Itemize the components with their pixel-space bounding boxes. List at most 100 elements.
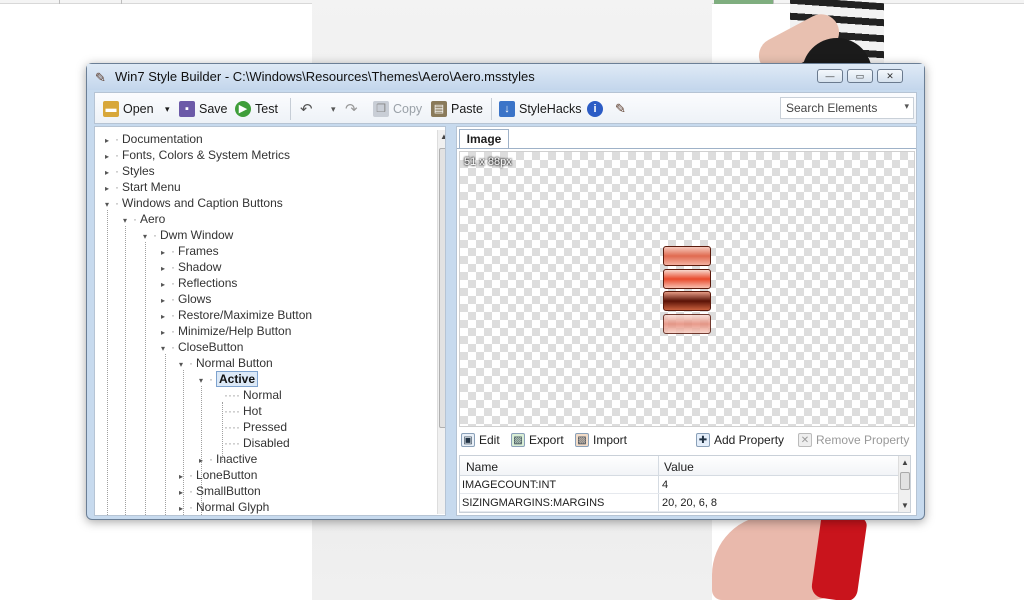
toolbar: ▬ Open ▾ ▪ Save ▶ Test ↶ ▾ ↷ ❐ Copy ▤ Pa… (94, 92, 917, 124)
tree-node-selected[interactable]: ▾ · Active (195, 371, 259, 389)
scrollbar-thumb[interactable] (900, 472, 910, 490)
undo-icon[interactable]: ↶ (300, 100, 313, 118)
remove-property-icon: ✕ (798, 433, 812, 447)
column-header-name[interactable]: Name (466, 460, 498, 474)
tab-image[interactable]: Image (459, 129, 509, 149)
table-row[interactable]: IMAGECOUNT:INT 4 (460, 477, 898, 494)
tree-expander-icon[interactable]: ▾ (139, 229, 151, 245)
tree-guide-line (125, 226, 126, 515)
paste-button[interactable]: ▤ Paste (431, 100, 483, 118)
element-tree: ▸ · Documentation ▸ · Fonts, Colors & System… (94, 126, 446, 516)
tree-node[interactable]: ▸ · SmallButton (175, 483, 261, 499)
close-button-state-hot-image (663, 269, 711, 289)
table-row[interactable]: SIZINGMARGINS:MARGINS 20, 20, 6, 8 (460, 495, 898, 512)
tree-node[interactable]: ▸ · Inactive (195, 451, 257, 467)
tree-node[interactable]: ▾ · Aero (119, 211, 165, 227)
tree-node[interactable]: ▸ · Start Menu (101, 179, 181, 195)
tree-node[interactable]: ▾ · Windows and Caption Buttons (101, 195, 283, 211)
tree-expander-icon[interactable]: ▾ (157, 341, 169, 357)
tree-node[interactable]: ▾ · CloseButton (157, 339, 243, 355)
column-header-value[interactable]: Value (664, 460, 694, 474)
edit-image-icon: ▣ (461, 433, 475, 447)
stylehacks-label: StyleHacks (519, 102, 582, 116)
toolbar-separator (491, 98, 492, 120)
close-button-state-disabled-image (663, 314, 711, 334)
paste-label: Paste (451, 102, 483, 116)
export-image-icon: ▨ (511, 433, 525, 447)
property-value[interactable]: 4 (662, 479, 668, 491)
toolbar-separator (290, 98, 291, 120)
tree-expander-icon[interactable]: ▾ (101, 197, 113, 213)
properties-grid: Name Value IMAGECOUNT:INT 4 SIZINGMARGIN… (459, 455, 911, 513)
tree-scrollbar[interactable]: ▲ (437, 130, 445, 514)
bg-strip-segment (60, 0, 122, 4)
about-button[interactable]: i (587, 100, 603, 118)
scrollbar-thumb[interactable] (439, 148, 445, 428)
tree-node[interactable]: ···· Disabled (222, 435, 290, 451)
tree-expander-icon[interactable]: ▾ (195, 373, 207, 389)
close-button[interactable]: ✕ (877, 69, 903, 83)
tab-divider (457, 148, 916, 149)
tree-node[interactable]: ▸ · Shadow (157, 259, 221, 275)
open-dropdown-chevron-icon[interactable]: ▾ (165, 100, 170, 118)
properties-header: Name Value (460, 456, 898, 476)
search-dropdown-chevron-icon[interactable]: ▾ (904, 101, 909, 112)
test-button[interactable]: ▶ Test (235, 100, 278, 118)
tree-expander-icon[interactable]: ▾ (175, 357, 187, 373)
search-placeholder: Search Elements (786, 101, 878, 115)
tree-guide-line (165, 354, 166, 515)
tree-node[interactable]: ▸ · LoneButton (175, 467, 257, 483)
tree-node[interactable]: ···· Hot (222, 403, 262, 419)
property-name: IMAGECOUNT:INT (462, 479, 557, 491)
import-button[interactable]: ▧ Import (575, 433, 627, 447)
tree-node[interactable]: ···· Normal (222, 387, 282, 403)
copy-button[interactable]: ❐ Copy (373, 100, 422, 118)
export-button[interactable]: ▨ Export (511, 433, 564, 447)
tree-node[interactable]: ···· Pressed (222, 419, 287, 435)
scroll-up-arrow-icon[interactable]: ▲ (899, 457, 910, 469)
properties-scrollbar[interactable]: ▲ ▼ (898, 456, 910, 512)
maximize-button[interactable]: ▭ (847, 69, 873, 83)
tree-node[interactable]: ▸ · Documentation (101, 131, 203, 147)
tree-node[interactable]: ▸ · Frames (157, 243, 219, 259)
search-elements-input[interactable]: Search Elements ▾ (780, 97, 914, 119)
redo-icon[interactable]: ↷ (345, 100, 358, 118)
tree-expander-icon[interactable]: ▾ (119, 213, 131, 229)
minimize-button[interactable]: — (817, 69, 843, 83)
tree-node[interactable]: ▾ · Dwm Window (139, 227, 233, 243)
tree-node[interactable]: ▸ · Glows (157, 291, 211, 307)
tree-node[interactable]: ▸ · Normal Glyph (175, 499, 269, 515)
floppy-disk-icon: ▪ (179, 101, 195, 117)
scroll-up-arrow-icon[interactable]: ▲ (438, 130, 445, 144)
open-label: Open (123, 102, 154, 116)
stylehacks-button[interactable]: ↓ StyleHacks (499, 100, 582, 118)
preview-panel: Image 51 x 88px ▣ Edit ▨ Export ▧ Import (456, 126, 917, 516)
image-actions-bar: ▣ Edit ▨ Export ▧ Import ✚ Add Property … (459, 431, 915, 451)
property-value[interactable]: 20, 20, 6, 8 (662, 497, 717, 509)
app-logo-icon[interactable]: ✎ (615, 100, 626, 118)
scroll-down-arrow-icon[interactable]: ▼ (899, 500, 910, 512)
download-arrow-icon: ↓ (499, 101, 515, 117)
undo-dropdown-chevron-icon[interactable]: ▾ (331, 100, 336, 118)
save-button[interactable]: ▪ Save (179, 100, 228, 118)
tree-node[interactable]: ▾ · Normal Button (175, 355, 273, 371)
remove-property-button[interactable]: ✕ Remove Property (798, 433, 909, 447)
copy-label: Copy (393, 102, 423, 116)
title-bar[interactable]: ✎ Win7 Style Builder - C:\Windows\Resour… (87, 64, 924, 90)
open-button[interactable]: ▬ Open (103, 100, 154, 118)
window-title: Win7 Style Builder - C:\Windows\Resource… (115, 69, 535, 84)
tree-expander-icon[interactable]: ▸ (175, 501, 187, 515)
copy-icon: ❐ (373, 101, 389, 117)
tree-node[interactable]: ▸ · Minimize/Help Button (157, 323, 291, 339)
add-property-icon: ✚ (696, 433, 710, 447)
app-window: ✎ Win7 Style Builder - C:\Windows\Resour… (86, 63, 925, 520)
bg-strip-segment (714, 0, 774, 4)
tree-node[interactable]: ▸ · Restore/Maximize Button (157, 307, 312, 323)
image-preview-canvas: 51 x 88px (459, 151, 915, 427)
add-property-button[interactable]: ✚ Add Property (696, 433, 784, 447)
tree-node[interactable]: ▸ · Fonts, Colors & System Metrics (101, 147, 290, 163)
bg-strip-segment (0, 0, 60, 4)
tree-node[interactable]: ▸ · Reflections (157, 275, 237, 291)
tree-node[interactable]: ▸ · Styles (101, 163, 155, 179)
edit-button[interactable]: ▣ Edit (461, 433, 500, 447)
